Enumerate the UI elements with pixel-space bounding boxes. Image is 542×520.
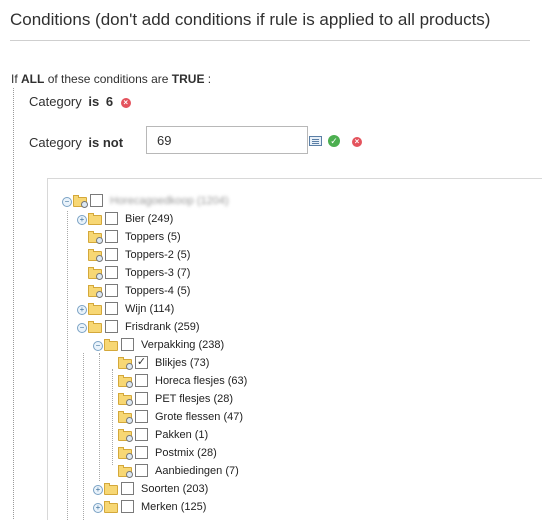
condition-row-category-is: Category is 6 × xyxy=(29,94,131,109)
tree-checkbox[interactable] xyxy=(105,212,118,225)
tree-checkbox[interactable] xyxy=(135,446,148,459)
folder-icon xyxy=(88,285,103,298)
folder-icon xyxy=(118,447,133,460)
folder-icon xyxy=(88,321,102,333)
tree-checkbox[interactable] xyxy=(105,320,118,333)
tree-checkbox[interactable] xyxy=(135,374,148,387)
folder-icon xyxy=(104,483,118,495)
conditions-intro: If ALL of these conditions are TRUE : xyxy=(11,72,211,86)
tree-node-label: Frisdrank (259) xyxy=(125,321,200,333)
tree-node-label: Wijn (114) xyxy=(125,303,175,315)
condition-attribute: Category xyxy=(29,135,82,150)
tree-guide-line xyxy=(99,353,100,481)
tree-node-label: Toppers-4 (5) xyxy=(125,285,191,297)
intro-prefix: If xyxy=(11,72,18,86)
tree-checkbox[interactable] xyxy=(105,248,118,261)
tree-node-label: PET flesjes (28) xyxy=(155,393,234,405)
folder-icon xyxy=(118,465,133,478)
condition-attribute: Category xyxy=(29,94,82,109)
tree-checkbox[interactable]: ✓ xyxy=(135,356,148,369)
tree-node-label: Merken (125) xyxy=(141,501,207,513)
tree-checkbox[interactable] xyxy=(105,302,118,315)
x-circle-icon[interactable]: × xyxy=(352,137,362,147)
tree-checkbox[interactable] xyxy=(105,284,118,297)
intro-middle: of these conditions are xyxy=(47,72,169,86)
aggregator-selector[interactable]: ALL xyxy=(21,72,44,86)
tree-checkbox[interactable] xyxy=(121,338,134,351)
folder-icon xyxy=(73,195,88,208)
condition-value-input[interactable] xyxy=(146,126,308,154)
expand-icon[interactable]: + xyxy=(77,215,87,225)
tree-node-label: Aanbiedingen (7) xyxy=(155,465,239,477)
tree-node-label: Soorten (203) xyxy=(141,483,209,495)
tree-checkbox[interactable] xyxy=(135,410,148,423)
folder-icon xyxy=(104,501,118,513)
folder-icon xyxy=(118,393,133,406)
expand-icon[interactable]: + xyxy=(93,485,103,495)
collapse-icon[interactable]: − xyxy=(77,323,87,333)
tree-checkbox[interactable] xyxy=(121,482,134,495)
category-tree-panel: − Horecagoedkoop (1204) + Bier (249) Toppe… xyxy=(47,178,542,520)
x-circle-icon[interactable]: × xyxy=(120,97,131,108)
collapse-icon[interactable]: − xyxy=(62,197,72,207)
tree-node-label: Toppers-3 (7) xyxy=(125,267,191,279)
conditions-section-title: Conditions (don't add conditions if rule… xyxy=(10,10,530,41)
tree-node-label: Grote flessen (47) xyxy=(155,411,244,423)
folder-icon xyxy=(88,303,102,315)
tree-node-label: Postmix (28) xyxy=(155,447,217,459)
tree-node-label: Bier (249) xyxy=(125,213,174,225)
tree-node-label: Toppers (5) xyxy=(125,231,181,243)
condition-value[interactable]: 6 xyxy=(106,94,113,109)
tree-guide-line xyxy=(112,369,113,465)
expand-icon[interactable]: + xyxy=(93,503,103,513)
folder-icon xyxy=(88,231,103,244)
condition-operator[interactable]: is xyxy=(88,94,99,109)
tree-guide-line xyxy=(83,353,84,520)
folder-icon xyxy=(118,411,133,424)
expand-icon[interactable]: + xyxy=(77,305,87,315)
tree-node-label: Blikjes (73) xyxy=(155,357,210,369)
tree-checkbox[interactable] xyxy=(135,392,148,405)
tree-node-label: Verpakking (238) xyxy=(141,339,225,351)
folder-icon xyxy=(88,213,102,225)
intro-suffix: : xyxy=(207,72,212,86)
folder-icon xyxy=(118,357,133,370)
folder-icon xyxy=(104,339,118,351)
condition-operator[interactable]: is not xyxy=(88,135,123,150)
value-selector[interactable]: TRUE xyxy=(172,72,205,86)
tree-checkbox[interactable] xyxy=(105,230,118,243)
list-icon[interactable] xyxy=(309,136,322,146)
tree-checkbox[interactable] xyxy=(105,266,118,279)
check-circle-icon[interactable]: ✓ xyxy=(328,135,340,147)
tree-guide-line xyxy=(67,211,68,520)
tree-node-label: Toppers-2 (5) xyxy=(125,249,191,261)
folder-icon xyxy=(88,267,103,280)
tree-node-label: Pakken (1) xyxy=(155,429,209,441)
folder-icon xyxy=(118,375,133,388)
folder-icon xyxy=(88,249,103,262)
tree-checkbox[interactable] xyxy=(135,464,148,477)
tree-node-label: Horecagoedkoop (1204) xyxy=(110,195,229,207)
tree-node-label: Horeca flesjes (63) xyxy=(155,375,248,387)
collapse-icon[interactable]: − xyxy=(93,341,103,351)
condition-row-category-is-not: Category is not xyxy=(29,135,123,150)
folder-icon xyxy=(118,429,133,442)
tree-checkbox[interactable] xyxy=(90,194,103,207)
tree-checkbox[interactable] xyxy=(121,500,134,513)
tree-checkbox[interactable] xyxy=(135,428,148,441)
